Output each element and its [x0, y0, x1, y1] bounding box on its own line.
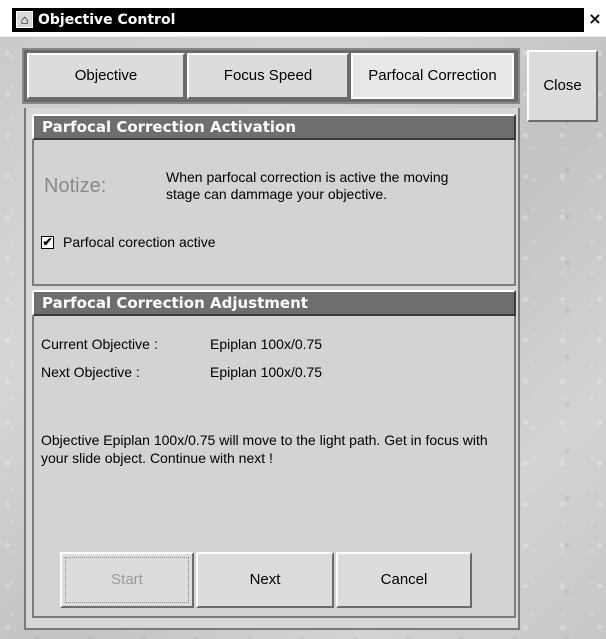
section-header-activation: Parfocal Correction Activation: [32, 114, 516, 140]
title-bar: ⌂ Objective Control ×: [0, 0, 606, 37]
close-button[interactable]: Close: [527, 50, 598, 122]
current-objective-label: Current Objective :: [41, 336, 158, 352]
parfocal-active-checkbox[interactable]: ✔: [41, 236, 54, 249]
next-button[interactable]: Next: [196, 552, 334, 608]
start-button[interactable]: Start: [60, 552, 194, 608]
parfocal-active-label: Parfocal corection active: [63, 234, 216, 250]
instruction-text: Objective Epiplan 100x/0.75 will move to…: [41, 432, 488, 466]
tab-parfocal-correction[interactable]: Parfocal Correction: [351, 53, 514, 99]
window-close-icon[interactable]: ×: [584, 8, 606, 32]
notice-text: When parfocal correction is active the m…: [166, 169, 449, 202]
window-title: Objective Control: [38, 12, 176, 28]
next-objective-value: Epiplan 100x/0.75: [210, 364, 323, 380]
objective-control-window: ⌂ Objective Control × Objective Focus Sp…: [0, 0, 606, 639]
tab-focus-speed[interactable]: Focus Speed: [187, 53, 349, 99]
next-objective-label: Next Objective :: [41, 364, 140, 380]
tab-bar: Objective Focus Speed Parfocal Correctio…: [22, 48, 520, 104]
section-activation: [32, 140, 516, 286]
current-objective-value: Epiplan 100x/0.75: [210, 336, 323, 352]
notice-label: Notize:: [44, 175, 107, 197]
app-icon: ⌂: [16, 11, 33, 28]
title-bar-strip: ⌂ Objective Control ×: [12, 8, 606, 32]
section-header-adjustment: Parfocal Correction Adjustment: [32, 290, 516, 316]
tab-objective[interactable]: Objective: [27, 53, 185, 99]
cancel-button[interactable]: Cancel: [336, 552, 472, 608]
